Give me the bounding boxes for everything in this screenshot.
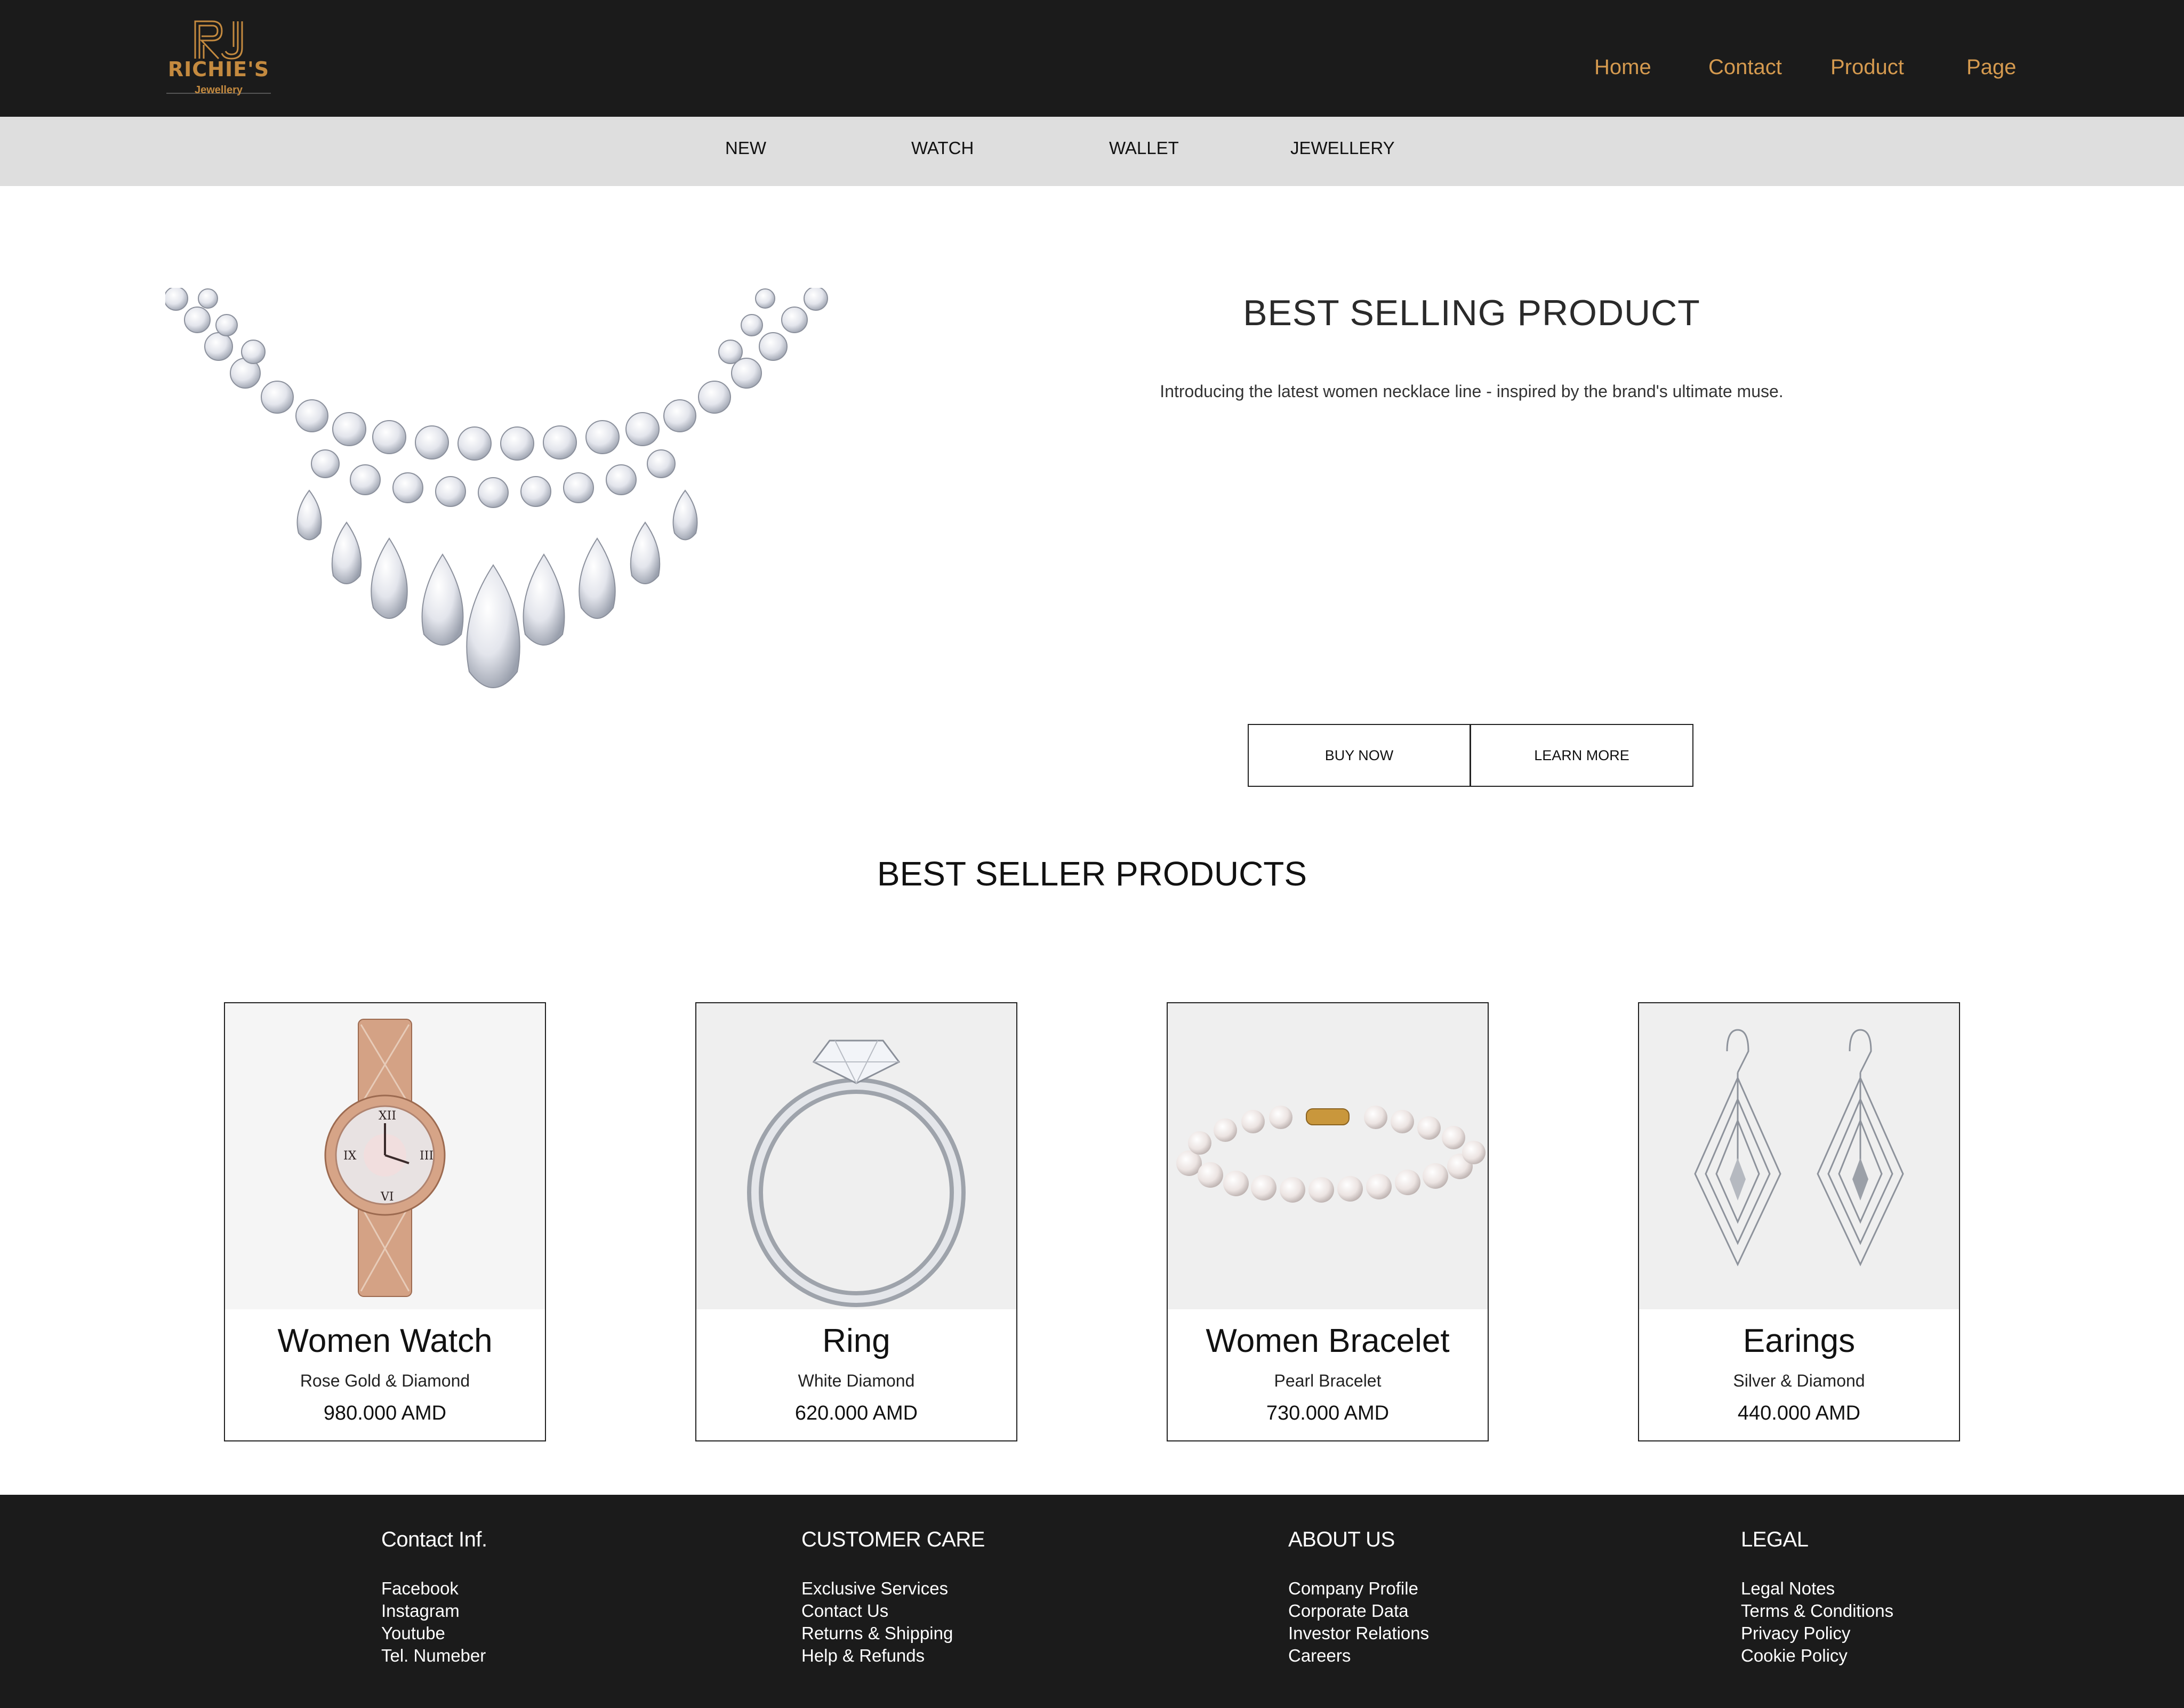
footer-link-corporate-data[interactable]: Corporate Data — [1288, 1600, 1429, 1622]
product-card-watch[interactable]: XII III VI IX Women Watch Rose Gold & Diam… — [224, 1002, 546, 1441]
footer-heading: Contact Inf. — [381, 1528, 487, 1551]
footer-link-returns-shipping[interactable]: Returns & Shipping — [801, 1622, 985, 1645]
footer-link-help-refunds[interactable]: Help & Refunds — [801, 1645, 985, 1667]
top-header: RICHIE'S Jewellery Home Contact Product … — [0, 0, 2184, 117]
nav-product-link[interactable]: Product — [1830, 55, 1904, 79]
footer-link-phone[interactable]: Tel. Numeber — [381, 1645, 487, 1667]
category-wallet[interactable]: WALLET — [1109, 138, 1179, 158]
svg-text:VI: VI — [380, 1190, 394, 1204]
pearl-bracelet-image — [1168, 1003, 1488, 1309]
footer-link-exclusive-services[interactable]: Exclusive Services — [801, 1577, 985, 1600]
product-name: Ring — [822, 1323, 890, 1359]
footer-link-privacy-policy[interactable]: Privacy Policy — [1741, 1622, 1893, 1645]
footer-link-instagram[interactable]: Instagram — [381, 1600, 487, 1622]
svg-text:IX: IX — [343, 1149, 357, 1163]
footer-column-customer-care: CUSTOMER CARE Exclusive Services Contact… — [801, 1528, 985, 1667]
diamond-ring-image — [696, 1003, 1016, 1309]
site-footer: Contact Inf. Facebook Instagram Youtube … — [0, 1495, 2184, 1708]
footer-heading: LEGAL — [1741, 1528, 1809, 1551]
category-jewellery[interactable]: JEWELLERY — [1290, 138, 1395, 158]
product-card-bracelet[interactable]: Women Bracelet Pearl Bracelet 730.000 AM… — [1167, 1002, 1489, 1441]
nav-contact-link[interactable]: Contact — [1708, 55, 1782, 79]
footer-heading: ABOUT US — [1288, 1528, 1395, 1551]
diamond-necklace-image — [165, 288, 828, 688]
product-subtitle: Rose Gold & Diamond — [300, 1371, 470, 1390]
learn-more-button[interactable]: LEARN MORE — [1471, 724, 1693, 787]
product-price: 620.000 AMD — [794, 1402, 918, 1424]
product-subtitle: Pearl Bracelet — [1274, 1371, 1382, 1390]
product-card-ring[interactable]: Ring White Diamond 620.000 AMD — [695, 1002, 1017, 1441]
hero-description: Introducing the latest women necklace li… — [1160, 382, 1784, 401]
nav-page-link[interactable]: Page — [1966, 55, 2016, 79]
nav-home-link[interactable]: Home — [1594, 55, 1651, 79]
svg-text:III: III — [420, 1149, 433, 1163]
footer-link-terms-conditions[interactable]: Terms & Conditions — [1741, 1600, 1893, 1622]
footer-column-legal: LEGAL Legal Notes Terms & Conditions Pri… — [1741, 1528, 1893, 1667]
footer-link-company-profile[interactable]: Company Profile — [1288, 1577, 1429, 1600]
category-bar: NEW WATCH WALLET JEWELLERY — [0, 117, 2184, 186]
brand-name: RICHIE'S — [167, 58, 270, 81]
brand-logo[interactable]: RICHIE'S Jewellery — [165, 18, 272, 98]
product-name: Earings — [1743, 1323, 1856, 1359]
footer-heading: CUSTOMER CARE — [801, 1528, 985, 1551]
product-price: 440.000 AMD — [1737, 1402, 1861, 1424]
product-subtitle: Silver & Diamond — [1733, 1371, 1865, 1390]
diamond-earrings-image — [1639, 1003, 1959, 1309]
product-name: Women Bracelet — [1206, 1323, 1450, 1359]
product-name: Women Watch — [277, 1323, 493, 1359]
footer-link-legal-notes[interactable]: Legal Notes — [1741, 1577, 1893, 1600]
footer-link-contact-us[interactable]: Contact Us — [801, 1600, 985, 1622]
footer-link-facebook[interactable]: Facebook — [381, 1577, 487, 1600]
category-watch[interactable]: WATCH — [911, 138, 974, 158]
footer-column-about-us: ABOUT US Company Profile Corporate Data … — [1288, 1528, 1429, 1667]
footer-link-careers[interactable]: Careers — [1288, 1645, 1429, 1667]
hero-title: BEST SELLING PRODUCT — [1243, 293, 1700, 333]
brand-tagline: Jewellery — [194, 84, 243, 96]
footer-link-youtube[interactable]: Youtube — [381, 1622, 487, 1645]
category-new[interactable]: NEW — [725, 138, 766, 158]
best-seller-title: BEST SELLER PRODUCTS — [877, 855, 1307, 893]
product-price: 730.000 AMD — [1266, 1402, 1390, 1424]
footer-link-cookie-policy[interactable]: Cookie Policy — [1741, 1645, 1893, 1667]
footer-link-investor-relations[interactable]: Investor Relations — [1288, 1622, 1429, 1645]
footer-column-contact: Contact Inf. Facebook Instagram Youtube … — [381, 1528, 487, 1667]
rose-gold-watch-image: XII III VI IX — [225, 1003, 545, 1309]
svg-text:XII: XII — [379, 1109, 396, 1123]
product-card-earrings[interactable]: Earings Silver & Diamond 440.000 AMD — [1638, 1002, 1960, 1441]
buy-now-button[interactable]: BUY NOW — [1248, 724, 1471, 787]
rj-monogram-icon — [194, 20, 243, 60]
product-subtitle: White Diamond — [798, 1371, 915, 1390]
product-price: 980.000 AMD — [323, 1402, 447, 1424]
